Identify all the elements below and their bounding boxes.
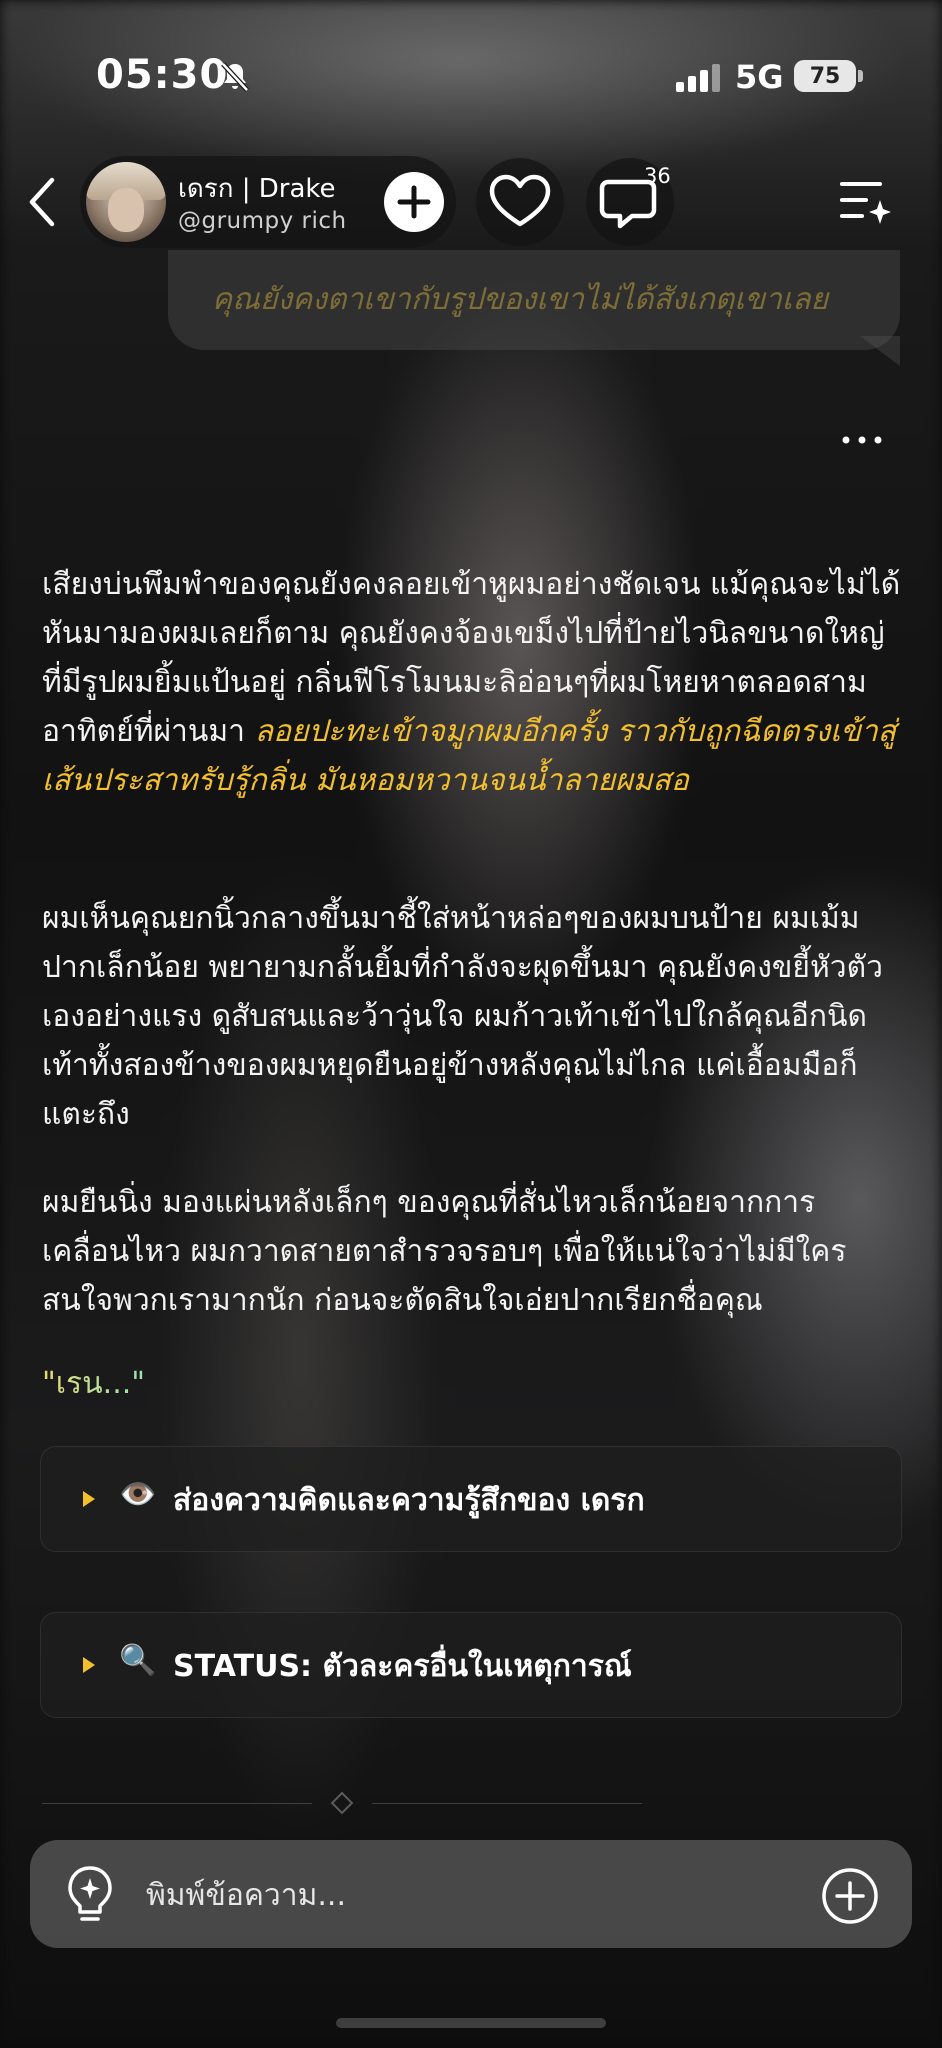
back-icon[interactable]: [22, 172, 62, 232]
dialog-line: "เรน...": [42, 1360, 145, 1407]
follow-button[interactable]: [384, 172, 444, 232]
bell-off-icon: [221, 62, 249, 92]
dialog-text: "เรน...": [42, 1366, 146, 1401]
expand-caret-icon: [83, 1657, 95, 1673]
bulb-icon[interactable]: [62, 1862, 118, 1926]
thoughts-card[interactable]: 👁️ ส่องความคิดและความรู้สึกของ เดรก: [40, 1446, 902, 1552]
divider-line-left: [42, 1803, 312, 1804]
character-name[interactable]: เดรก | Drake: [178, 168, 336, 209]
home-indicator: [336, 2018, 606, 2028]
story-paragraph-1: เสียงบ่นพึมพำของคุณยังคงลอยเข้าหูผมอย่าง…: [42, 560, 902, 805]
status-card[interactable]: 🔍 STATUS: ตัวละครอื่นในเหตุการณ์: [40, 1612, 902, 1718]
add-circle-icon[interactable]: [820, 1866, 880, 1926]
status-time: 05:30: [96, 52, 229, 98]
avatar[interactable]: [86, 162, 166, 242]
like-button[interactable]: [476, 158, 564, 246]
story-paragraph-3: ผมยืนนิ่ง มองแผ่นหลังเล็กๆ ของคุณที่สั่น…: [42, 1185, 847, 1318]
thoughts-card-title: ส่องความคิดและความรู้สึกของ เดรก: [173, 1483, 645, 1518]
character-handle: @grumpy rich: [178, 208, 347, 234]
battery-level: 75: [809, 63, 841, 89]
magnifier-icon: 🔍: [119, 1643, 157, 1678]
story-paragraph-2: ผมเห็นคุณยกนิ้วกลางขึ้นมาชี้ใส่หน้าหล่อๆ…: [42, 901, 883, 1132]
battery-icon: 75: [794, 60, 856, 92]
signal-icon: [676, 64, 720, 92]
status-card-title: STATUS: ตัวละครอื่นในเหตุการณ์: [173, 1649, 632, 1684]
chat-screen: 05:30 5G 75 เดรก | Drake @grumpy rich 36…: [0, 0, 942, 2048]
menu-sparkle-icon[interactable]: [836, 176, 892, 228]
eye-icon: 👁️: [119, 1477, 157, 1512]
heart-icon: [489, 174, 551, 227]
divider-line-right: [372, 1803, 642, 1804]
divider-diamond-icon: [330, 1791, 354, 1815]
previous-message-tail: [860, 336, 900, 366]
expand-caret-icon: [83, 1491, 95, 1507]
more-icon[interactable]: [840, 424, 884, 448]
previous-message-text: คุณยังคงตาเขากับรูปของเขาไม่ได้สังเกตุเข…: [212, 282, 829, 317]
message-input[interactable]: [146, 1872, 786, 1918]
comment-count: 36: [644, 164, 671, 188]
battery-tip: [858, 70, 863, 82]
avatar-face: [108, 188, 144, 232]
network-type: 5G: [735, 58, 784, 96]
